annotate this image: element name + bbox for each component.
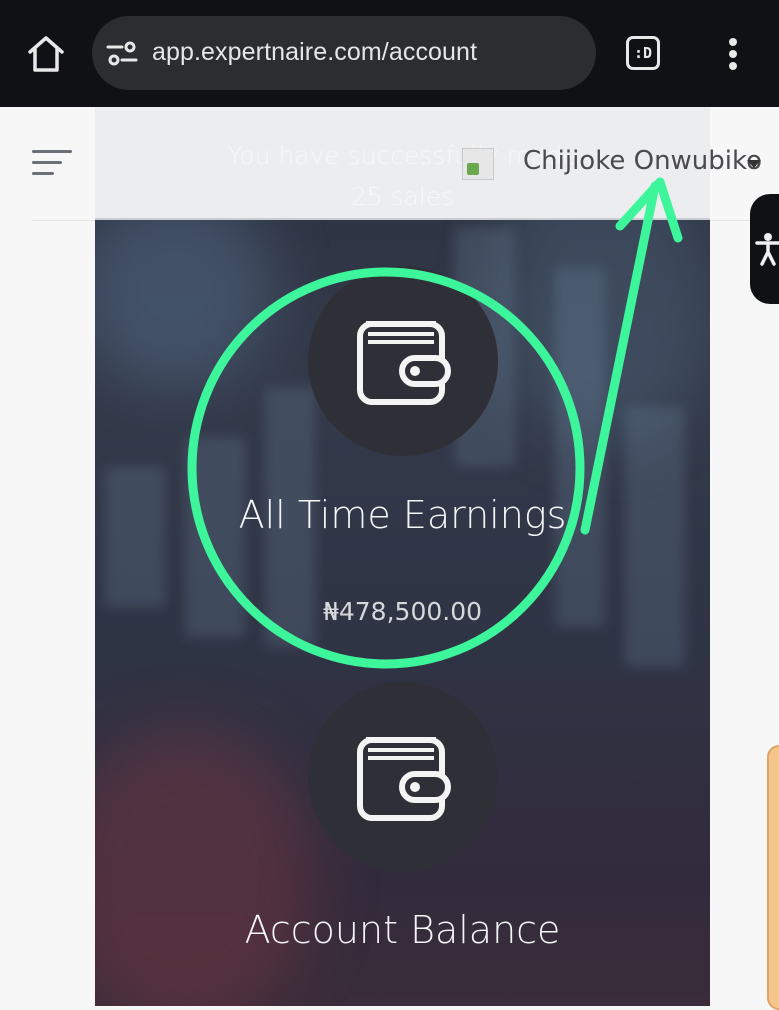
accessibility-icon (755, 233, 779, 266)
toast-divider (95, 218, 710, 220)
url-text[interactable]: app.expertnaire.com/account (152, 38, 477, 67)
all-time-earnings-title: All Time Earnings (238, 493, 567, 537)
accessibility-toggle[interactable] (750, 194, 779, 304)
wallet-icon (357, 321, 451, 405)
wallet-icon (357, 737, 451, 821)
site-info-icon[interactable] (106, 38, 138, 70)
extension-icon[interactable]: :D (626, 36, 660, 70)
side-feedback-tab[interactable] (767, 745, 779, 1010)
toast-message-line2: 25 sales (350, 182, 455, 211)
balance-icon-circle (308, 682, 498, 872)
menu-icon[interactable] (32, 150, 74, 178)
more-vert-icon[interactable] (722, 36, 744, 72)
earnings-icon-circle (308, 266, 498, 456)
avatar[interactable] (462, 148, 494, 180)
home-icon[interactable] (24, 32, 68, 76)
account-balance-title: Account Balance (244, 908, 561, 952)
all-time-earnings-value: ₦478,500.00 (322, 597, 483, 626)
user-name[interactable]: Chijioke Onwubiko (523, 146, 762, 176)
chevron-down-icon[interactable] (747, 160, 761, 168)
